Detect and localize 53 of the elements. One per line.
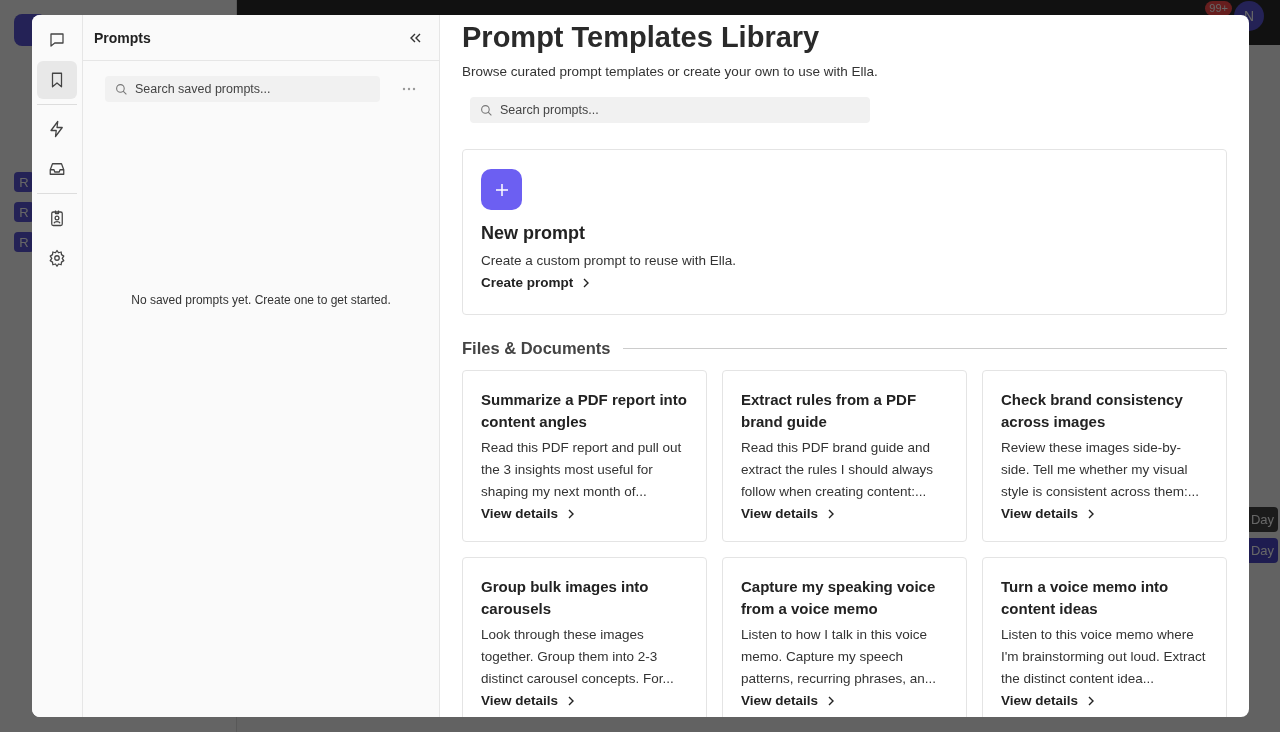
card-description: Look through these images together. Group them into 2-3 distinct carousel concepts. For... bbox=[481, 626, 675, 688]
view-details-link[interactable]: View details bbox=[481, 503, 576, 525]
collapse-icon[interactable] bbox=[409, 32, 421, 43]
template-card[interactable]: Capture my speaking voice from a voice memo Listen to how I talk in this voice memo. Capture my speech patterns, recurring phrases, an... View details bbox=[722, 557, 967, 717]
rail-button[interactable] bbox=[37, 61, 77, 99]
card-title: Turn a voice memo into content ideas bbox=[1001, 577, 1170, 619]
search-icon bbox=[480, 104, 493, 117]
chevron-right-icon bbox=[567, 696, 576, 706]
card-description: Listen to how I talk in this voice memo. Capture my speech patterns, recurring phrases, an... bbox=[741, 626, 938, 688]
chevron-right-icon bbox=[827, 509, 836, 519]
section-title: Files & Documents bbox=[462, 339, 611, 358]
view-details-link[interactable]: View details bbox=[741, 503, 836, 525]
panel-title: Prompts bbox=[94, 29, 151, 46]
chevron-right-icon bbox=[827, 696, 836, 706]
view-details-link[interactable]: View details bbox=[481, 690, 576, 712]
card-title: Summarize a PDF report into content angles bbox=[481, 390, 688, 432]
view-details-link[interactable]: View details bbox=[1001, 503, 1096, 525]
plus-icon bbox=[494, 182, 509, 197]
card-description: Listen to this voice memo where I'm brainstorming out loud. Extract the distinct content idea... bbox=[1001, 626, 1207, 688]
search-field[interactable]: Search prompts... bbox=[470, 97, 870, 123]
more-icon[interactable] bbox=[402, 87, 416, 91]
page-title: Prompt Templates Library bbox=[462, 21, 821, 54]
page-subtitle: Browse curated prompt templates or create your own to use with Ella. bbox=[462, 64, 879, 79]
card-title: Check brand consistency across images bbox=[1001, 390, 1184, 432]
card-title: Capture my speaking voice from a voice memo bbox=[741, 577, 937, 619]
template-card[interactable]: Check brand consistency across images Review these images side-by-side. Tell me whether my visual style is consistent across them:... View details bbox=[982, 370, 1227, 542]
card-title: Group bulk images into carousels bbox=[481, 577, 650, 619]
chevron-right-icon bbox=[1087, 696, 1096, 706]
card-title: New prompt bbox=[481, 223, 586, 244]
card-description: Review these images side-by-side. Tell me whether my visual style is consistent across them:... bbox=[1001, 439, 1201, 501]
template-card[interactable]: Extract rules from a PDF brand guide Read this PDF brand guide and extract the rules I should always follow when creating content:... View details bbox=[722, 370, 967, 542]
view-details-link[interactable]: View details bbox=[741, 690, 836, 712]
chevron-right-icon bbox=[567, 509, 576, 519]
empty-message: No saved prompts yet. Create one to get started. bbox=[131, 292, 391, 307]
chevron-right-icon bbox=[1087, 509, 1096, 519]
card-description: Read this PDF report and pull out the 3 insights most useful for shaping my next month of... bbox=[481, 439, 683, 501]
create-prompt-link[interactable]: Create prompt bbox=[481, 272, 591, 294]
search-icon bbox=[115, 83, 128, 96]
chat-bubble-icon bbox=[48, 31, 66, 49]
id-badge-icon bbox=[48, 209, 66, 227]
settings-icon bbox=[48, 249, 66, 267]
card-description: Create a custom prompt to reuse with Ella. bbox=[481, 252, 738, 270]
template-card[interactable]: Turn a voice memo into content ideas Listen to this voice memo where I'm brainstorming out loud. Extract the distinct content idea... View details bbox=[982, 557, 1227, 717]
lightning-icon bbox=[48, 120, 66, 138]
card-title: Extract rules from a PDF brand guide bbox=[741, 390, 918, 432]
inbox-icon bbox=[48, 160, 66, 178]
template-card[interactable]: Group bulk images into carousels Look through these images together. Group them into 2-3 distinct carousel concepts. For... View details bbox=[462, 557, 707, 717]
add-button[interactable] bbox=[481, 169, 522, 210]
saved-prompts-search-field[interactable]: Search saved prompts... bbox=[105, 76, 380, 102]
chevron-right-icon bbox=[582, 278, 591, 288]
template-card[interactable]: Summarize a PDF report into content angles Read this PDF report and pull out the 3 insights most useful for shaping my next month of... View details bbox=[462, 370, 707, 542]
card-description: Read this PDF brand guide and extract the rules I should always follow when creating content:... bbox=[741, 439, 935, 501]
view-details-link[interactable]: View details bbox=[1001, 690, 1096, 712]
